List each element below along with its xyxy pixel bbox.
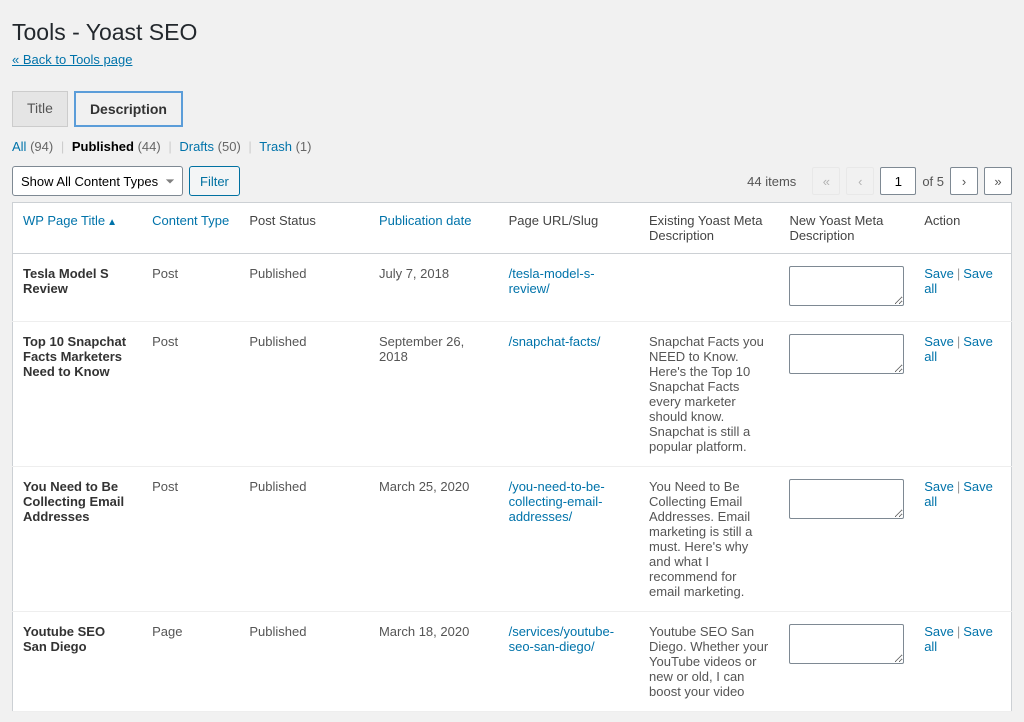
cell-title: Youtube SEO San Diego — [13, 612, 143, 712]
cell-action: Save|Save all — [914, 322, 1011, 467]
new-meta-input[interactable] — [789, 266, 904, 306]
col-post-status: Post Status — [239, 203, 369, 254]
tabs: Title Description — [12, 91, 1012, 127]
filter-all-count: (94) — [30, 139, 53, 154]
table-header-row: WP Page Title▲ Content Type Post Status … — [13, 203, 1012, 254]
pager-total: of 5 — [922, 174, 944, 189]
bulk-editor-table: WP Page Title▲ Content Type Post Status … — [12, 202, 1012, 712]
cell-pub-date: March 18, 2020 — [369, 612, 499, 712]
filter-all[interactable]: All — [12, 139, 26, 154]
save-link[interactable]: Save — [924, 334, 954, 349]
col-title[interactable]: WP Page Title▲ — [13, 203, 143, 254]
new-meta-input[interactable] — [789, 624, 904, 664]
save-link[interactable]: Save — [924, 266, 954, 281]
col-new: New Yoast Meta Description — [779, 203, 914, 254]
items-count: 44 items — [747, 174, 796, 189]
cell-title: You Need to Be Collecting Email Addresse… — [13, 467, 143, 612]
save-link[interactable]: Save — [924, 479, 954, 494]
tab-title[interactable]: Title — [12, 91, 68, 127]
cell-existing: You Need to Be Collecting Email Addresse… — [639, 467, 779, 612]
col-existing: Existing Yoast Meta Description — [639, 203, 779, 254]
pager-first-button: « — [812, 167, 840, 195]
content-type-select[interactable]: Show All Content Types — [12, 166, 183, 196]
pager-prev-button: ‹ — [846, 167, 874, 195]
col-action: Action — [914, 203, 1011, 254]
cell-content-type: Post — [142, 254, 239, 322]
cell-pub-date: September 26, 2018 — [369, 322, 499, 467]
slug-link[interactable]: /you-need-to-be-collecting-email-address… — [509, 479, 605, 524]
filter-published-count: (44) — [138, 139, 161, 154]
cell-post-status: Published — [239, 467, 369, 612]
new-meta-input[interactable] — [789, 479, 904, 519]
cell-pub-date: March 25, 2020 — [369, 467, 499, 612]
save-link[interactable]: Save — [924, 624, 954, 639]
cell-new — [779, 322, 914, 467]
cell-new — [779, 254, 914, 322]
filter-button[interactable]: Filter — [189, 166, 240, 196]
filter-trash[interactable]: Trash — [259, 139, 292, 154]
back-link[interactable]: « Back to Tools page — [12, 52, 132, 67]
cell-pub-date: July 7, 2018 — [369, 254, 499, 322]
cell-slug: /services/youtube-seo-san-diego/ — [499, 612, 639, 712]
slug-link[interactable]: /services/youtube-seo-san-diego/ — [509, 624, 615, 654]
cell-title: Top 10 Snapchat Facts Marketers Need to … — [13, 322, 143, 467]
pagination: 44 items « ‹ of 5 › » — [747, 167, 1012, 195]
cell-new — [779, 612, 914, 712]
pager-next-button[interactable]: › — [950, 167, 978, 195]
cell-post-status: Published — [239, 322, 369, 467]
status-filter-bar: All (94) | Published (44) | Drafts (50) … — [12, 139, 1012, 154]
cell-existing — [639, 254, 779, 322]
cell-action: Save|Save all — [914, 467, 1011, 612]
cell-content-type: Post — [142, 467, 239, 612]
table-row: Tesla Model S ReviewPostPublishedJuly 7,… — [13, 254, 1012, 322]
cell-new — [779, 467, 914, 612]
cell-existing: Snapchat Facts you NEED to Know. Here's … — [639, 322, 779, 467]
table-row: You Need to Be Collecting Email Addresse… — [13, 467, 1012, 612]
slug-link[interactable]: /snapchat-facts/ — [509, 334, 601, 349]
pager-last-button[interactable]: » — [984, 167, 1012, 195]
slug-link[interactable]: /tesla-model-s-review/ — [509, 266, 595, 296]
tab-description[interactable]: Description — [74, 91, 183, 127]
cell-title: Tesla Model S Review — [13, 254, 143, 322]
cell-post-status: Published — [239, 254, 369, 322]
cell-slug: /snapchat-facts/ — [499, 322, 639, 467]
filter-trash-count: (1) — [296, 139, 312, 154]
cell-content-type: Post — [142, 322, 239, 467]
filter-drafts-count: (50) — [218, 139, 241, 154]
cell-slug: /you-need-to-be-collecting-email-address… — [499, 467, 639, 612]
pager-current-input[interactable] — [880, 167, 916, 195]
new-meta-input[interactable] — [789, 334, 904, 374]
filter-drafts[interactable]: Drafts — [179, 139, 214, 154]
col-slug: Page URL/Slug — [499, 203, 639, 254]
cell-existing: Youtube SEO San Diego. Whether your YouT… — [639, 612, 779, 712]
cell-content-type: Page — [142, 612, 239, 712]
page-title: Tools - Yoast SEO — [12, 10, 1012, 50]
col-content-type[interactable]: Content Type — [142, 203, 239, 254]
cell-slug: /tesla-model-s-review/ — [499, 254, 639, 322]
sort-asc-icon: ▲ — [107, 217, 117, 228]
filter-published[interactable]: Published — [72, 139, 134, 154]
table-row: Youtube SEO San DiegoPagePublishedMarch … — [13, 612, 1012, 712]
cell-action: Save|Save all — [914, 254, 1011, 322]
cell-post-status: Published — [239, 612, 369, 712]
table-row: Top 10 Snapchat Facts Marketers Need to … — [13, 322, 1012, 467]
cell-action: Save|Save all — [914, 612, 1011, 712]
col-pub-date[interactable]: Publication date — [369, 203, 499, 254]
